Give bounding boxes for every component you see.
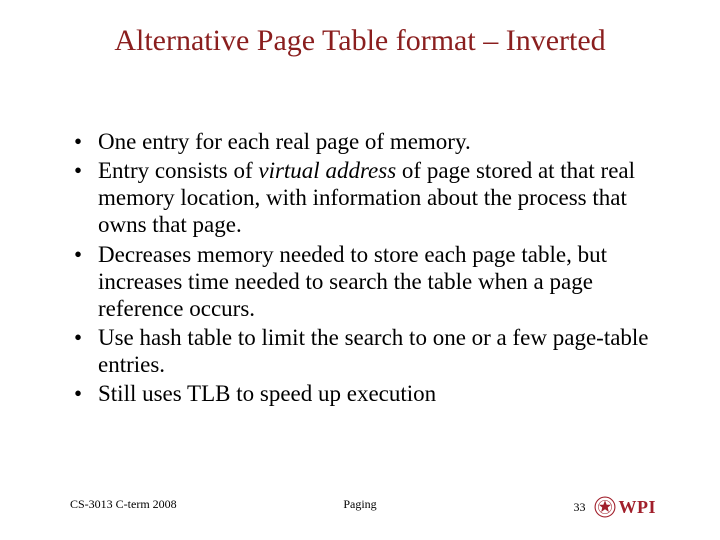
page-number: 33 <box>574 500 586 515</box>
bullet-text: Still uses TLB to speed up execution <box>98 381 436 406</box>
bullet-list: One entry for each real page of memory. … <box>70 128 650 407</box>
wpi-logo-text: WPI <box>619 497 657 518</box>
slide-body: One entry for each real page of memory. … <box>70 128 650 409</box>
list-item: Use hash table to limit the search to on… <box>70 324 650 378</box>
list-item: Decreases memory needed to store each pa… <box>70 241 650 322</box>
list-item: Entry consists of virtual address of pag… <box>70 157 650 238</box>
bullet-text-pre: Entry consists of <box>98 158 258 183</box>
list-item: Still uses TLB to speed up execution <box>70 380 650 407</box>
bullet-text: One entry for each real page of memory. <box>98 129 471 154</box>
slide-title: Alternative Page Table format – Inverted <box>0 24 720 58</box>
slide: Alternative Page Table format – Inverted… <box>0 0 720 540</box>
seal-icon <box>594 496 616 518</box>
wpi-logo: WPI <box>594 496 657 518</box>
bullet-text: Use hash table to limit the search to on… <box>98 325 649 377</box>
bullet-text: Decreases memory needed to store each pa… <box>98 242 607 321</box>
list-item: One entry for each real page of memory. <box>70 128 650 155</box>
slide-footer: CS-3013 C-term 2008 Paging 33 WPI <box>0 488 720 518</box>
bullet-text-italic: virtual address <box>258 158 396 183</box>
footer-right-group: 33 WPI <box>574 496 657 518</box>
